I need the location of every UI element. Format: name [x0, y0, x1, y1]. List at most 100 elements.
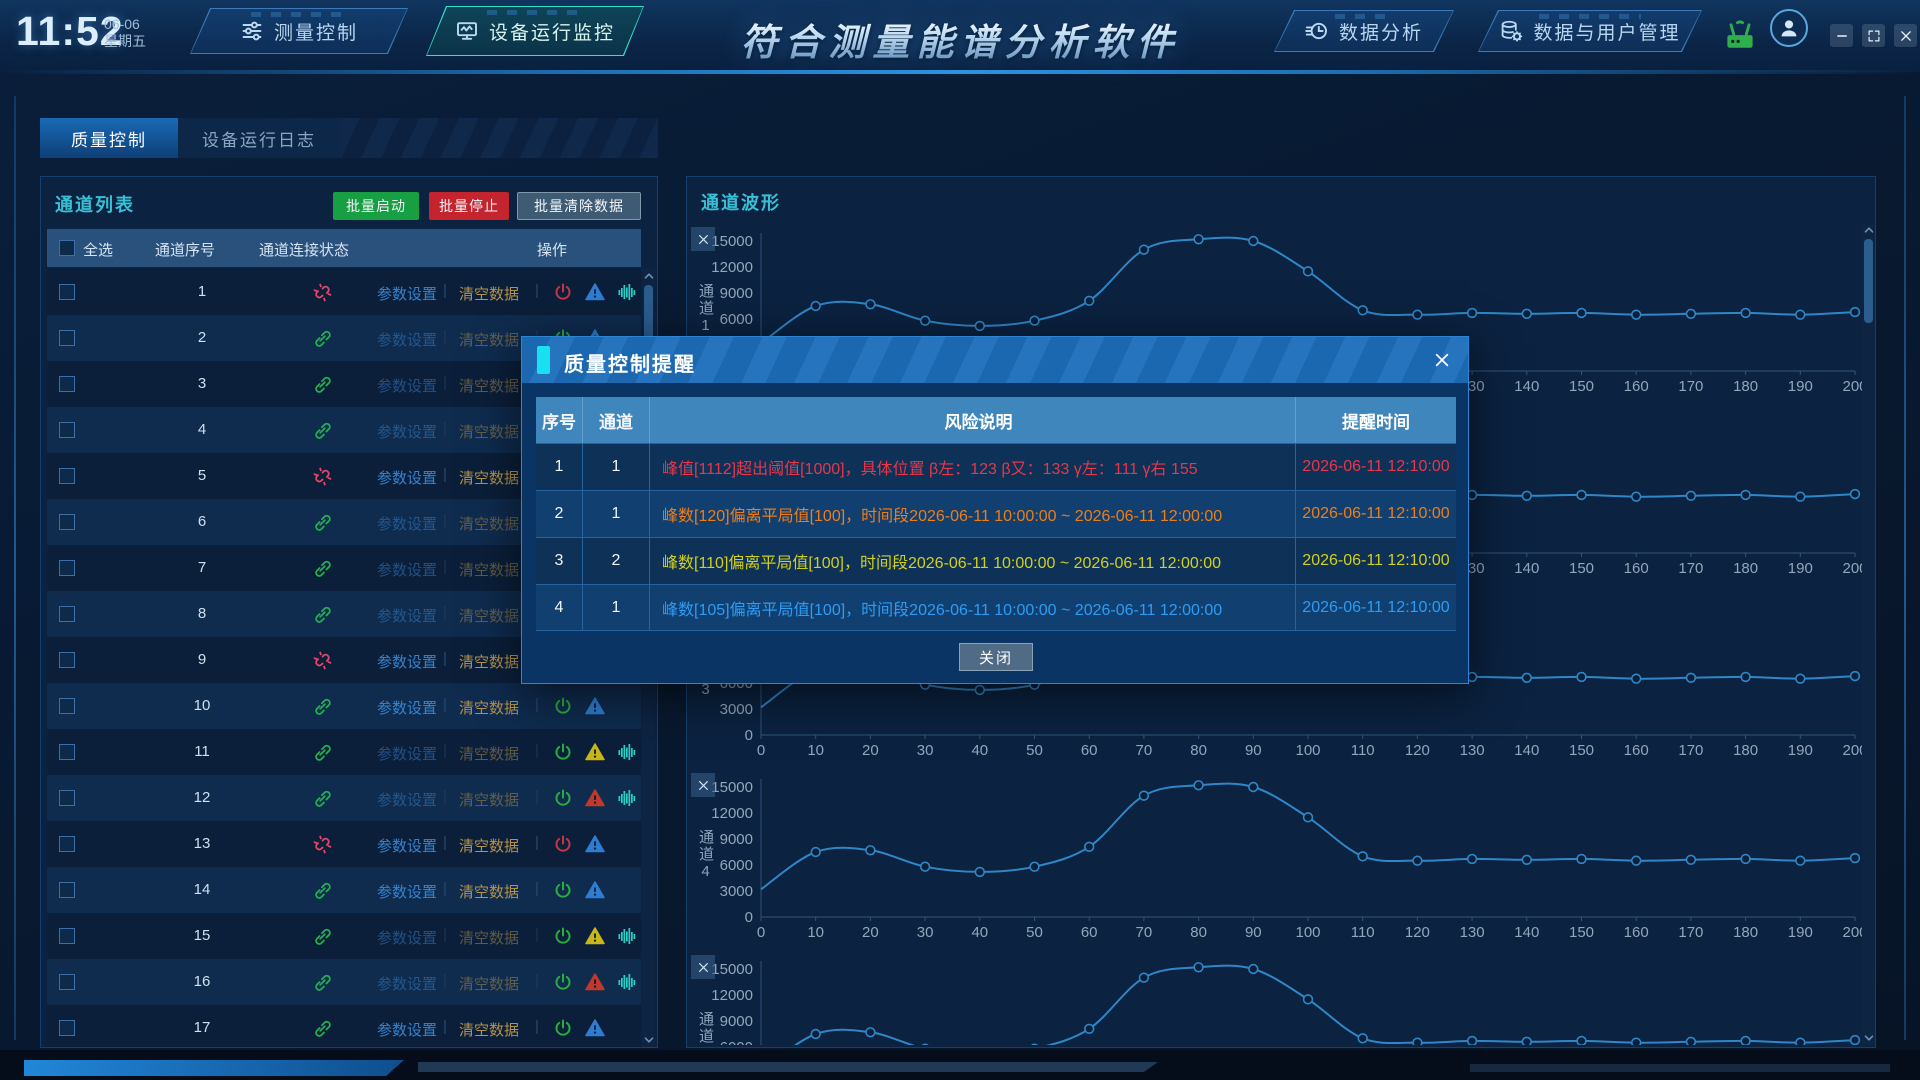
clear-data-link[interactable]: 清空数据 — [459, 881, 519, 902]
row-checkbox[interactable] — [59, 514, 75, 530]
row-checkbox[interactable] — [59, 330, 75, 346]
row-checkbox[interactable] — [59, 836, 75, 852]
minimize-button[interactable] — [1830, 24, 1853, 47]
params-settings-link[interactable]: 参数设置 — [377, 743, 437, 764]
clear-data-link[interactable]: 清空数据 — [459, 513, 519, 534]
chart-close-icon[interactable] — [691, 955, 715, 979]
params-settings-link[interactable]: 参数设置 — [377, 651, 437, 672]
power-toggle-icon[interactable] — [553, 1018, 573, 1038]
params-settings-link[interactable]: 参数设置 — [377, 283, 437, 304]
spectrum-icon[interactable] — [617, 926, 637, 946]
params-settings-link[interactable]: 参数设置 — [377, 697, 437, 718]
charts-scrollbar[interactable] — [1862, 223, 1875, 1045]
clear-data-link[interactable]: 清空数据 — [459, 973, 519, 994]
user-avatar[interactable] — [1770, 9, 1808, 47]
device-online-icon[interactable] — [1722, 18, 1758, 54]
row-checkbox[interactable] — [59, 652, 75, 668]
scroll-down-icon[interactable] — [1862, 1031, 1875, 1045]
row-checkbox[interactable] — [59, 606, 75, 622]
nav-device-monitor[interactable]: 设备运行监控 — [426, 6, 644, 56]
nav-measure-control[interactable]: 测量控制 — [190, 8, 408, 54]
params-settings-link[interactable]: 参数设置 — [377, 1019, 437, 1040]
row-checkbox[interactable] — [59, 974, 75, 990]
warning-icon[interactable] — [585, 696, 605, 716]
row-checkbox[interactable] — [59, 468, 75, 484]
warning-icon[interactable] — [585, 742, 605, 762]
batch-stop-button[interactable]: 批量停止 — [429, 192, 509, 220]
maximize-button[interactable] — [1862, 24, 1885, 47]
row-checkbox[interactable] — [59, 744, 75, 760]
params-settings-link[interactable]: 参数设置 — [377, 513, 437, 534]
params-settings-link[interactable]: 参数设置 — [377, 881, 437, 902]
power-toggle-icon[interactable] — [553, 742, 573, 762]
clear-data-link[interactable]: 清空数据 — [459, 927, 519, 948]
nav-data-user-mgmt[interactable]: 数据与用户管理 — [1478, 10, 1702, 52]
modal-close-icon[interactable] — [1430, 348, 1454, 372]
clear-data-link[interactable]: 清空数据 — [459, 559, 519, 580]
batch-start-button[interactable]: 批量启动 — [333, 192, 419, 220]
row-checkbox[interactable] — [59, 928, 75, 944]
warning-icon[interactable] — [585, 834, 605, 854]
scrollbar-thumb[interactable] — [1864, 239, 1873, 323]
clear-data-link[interactable]: 清空数据 — [459, 651, 519, 672]
warning-icon[interactable] — [585, 282, 605, 302]
scroll-up-icon[interactable] — [1862, 223, 1875, 237]
row-checkbox[interactable] — [59, 882, 75, 898]
chart-close-icon[interactable] — [691, 773, 715, 797]
row-checkbox[interactable] — [59, 698, 75, 714]
row-checkbox[interactable] — [59, 376, 75, 392]
close-window-button[interactable] — [1894, 24, 1917, 47]
tab-device-run-log[interactable]: 设备运行日志 — [178, 118, 340, 158]
clear-data-link[interactable]: 清空数据 — [459, 467, 519, 488]
spectrum-icon[interactable] — [617, 282, 637, 302]
clear-data-link[interactable]: 清空数据 — [459, 1019, 519, 1040]
warning-icon[interactable] — [585, 880, 605, 900]
chart-close-icon[interactable] — [691, 227, 715, 251]
scroll-down-icon[interactable] — [642, 1033, 655, 1047]
power-toggle-icon[interactable] — [553, 696, 573, 716]
params-settings-link[interactable]: 参数设置 — [377, 789, 437, 810]
tab-quality-control[interactable]: 质量控制 — [40, 118, 178, 158]
warning-icon[interactable] — [585, 926, 605, 946]
clear-data-link[interactable]: 清空数据 — [459, 421, 519, 442]
row-checkbox[interactable] — [59, 422, 75, 438]
params-settings-link[interactable]: 参数设置 — [377, 605, 437, 626]
modal-close-button[interactable]: 关闭 — [959, 643, 1033, 671]
params-settings-link[interactable]: 参数设置 — [377, 329, 437, 350]
batch-clear-button[interactable]: 批量清除数据 — [517, 192, 641, 220]
params-settings-link[interactable]: 参数设置 — [377, 375, 437, 396]
clear-data-link[interactable]: 清空数据 — [459, 697, 519, 718]
params-settings-link[interactable]: 参数设置 — [377, 421, 437, 442]
warning-icon[interactable] — [585, 1018, 605, 1038]
power-toggle-icon[interactable] — [553, 834, 573, 854]
params-settings-link[interactable]: 参数设置 — [377, 835, 437, 856]
select-all-checkbox[interactable] — [59, 240, 75, 256]
params-settings-link[interactable]: 参数设置 — [377, 973, 437, 994]
warning-icon[interactable] — [585, 788, 605, 808]
power-toggle-icon[interactable] — [553, 972, 573, 992]
clear-data-link[interactable]: 清空数据 — [459, 375, 519, 396]
clear-data-link[interactable]: 清空数据 — [459, 743, 519, 764]
spectrum-icon[interactable] — [617, 742, 637, 762]
power-toggle-icon[interactable] — [553, 926, 573, 946]
spectrum-icon[interactable] — [617, 788, 637, 808]
params-settings-link[interactable]: 参数设置 — [377, 927, 437, 948]
spectrum-icon[interactable] — [617, 972, 637, 992]
clear-data-link[interactable]: 清空数据 — [459, 329, 519, 350]
clear-data-link[interactable]: 清空数据 — [459, 835, 519, 856]
params-settings-link[interactable]: 参数设置 — [377, 559, 437, 580]
warning-icon[interactable] — [585, 972, 605, 992]
power-toggle-icon[interactable] — [553, 880, 573, 900]
params-settings-link[interactable]: 参数设置 — [377, 467, 437, 488]
scroll-up-icon[interactable] — [642, 269, 655, 283]
power-toggle-icon[interactable] — [553, 788, 573, 808]
row-checkbox[interactable] — [59, 790, 75, 806]
clear-data-link[interactable]: 清空数据 — [459, 605, 519, 626]
row-checkbox[interactable] — [59, 560, 75, 576]
row-checkbox[interactable] — [59, 284, 75, 300]
clear-data-link[interactable]: 清空数据 — [459, 789, 519, 810]
clear-data-link[interactable]: 清空数据 — [459, 283, 519, 304]
nav-data-analysis[interactable]: 数据分析 — [1274, 10, 1454, 52]
power-toggle-icon[interactable] — [553, 282, 573, 302]
row-checkbox[interactable] — [59, 1020, 75, 1036]
